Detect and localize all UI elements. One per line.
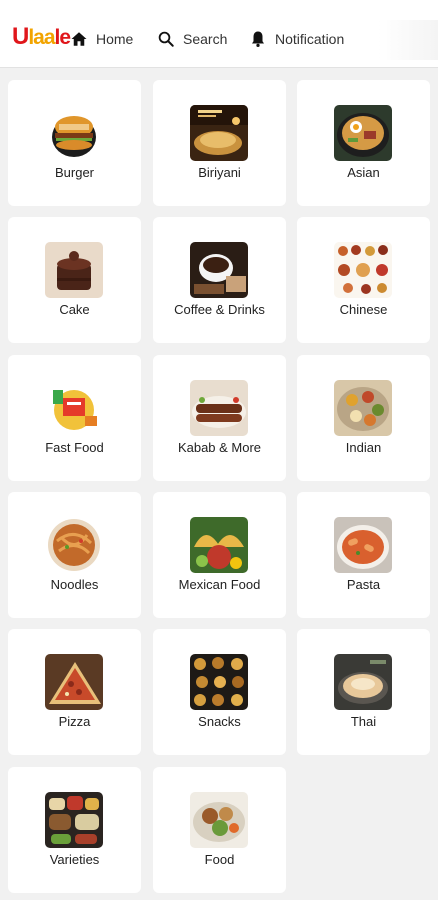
nav-home[interactable]: Home xyxy=(70,28,133,50)
chinese-image xyxy=(334,242,392,298)
home-icon xyxy=(71,32,87,46)
category-label: Mexican Food xyxy=(178,577,261,592)
app-logo[interactable]: Ulaale xyxy=(12,25,71,50)
category-card-mexican-food[interactable]: Mexican Food xyxy=(153,492,286,618)
pasta-image xyxy=(334,517,392,573)
category-label: Thai xyxy=(350,714,377,729)
noodles-image xyxy=(45,517,103,573)
category-label: Snacks xyxy=(198,714,241,729)
category-card-food[interactable]: Food xyxy=(153,767,286,893)
burger-image xyxy=(45,105,103,161)
category-card-biriyani[interactable]: Biriyani xyxy=(153,80,286,206)
category-card-cake[interactable]: Cake xyxy=(8,217,141,343)
category-label: Noodles xyxy=(50,577,99,592)
category-card-varieties[interactable]: Varieties xyxy=(8,767,141,893)
nav-scroll-fade xyxy=(378,20,438,60)
kabab-more-image xyxy=(190,380,248,436)
thai-image xyxy=(334,654,392,710)
category-card-burger[interactable]: Burger xyxy=(8,80,141,206)
mexican-food-image xyxy=(190,517,248,573)
category-card-thai[interactable]: Thai xyxy=(297,629,430,755)
asian-image xyxy=(334,105,392,161)
category-label: Coffee & Drinks xyxy=(174,302,265,317)
coffee-drinks-image xyxy=(190,242,248,298)
category-card-pasta[interactable]: Pasta xyxy=(297,492,430,618)
fast-food-image xyxy=(45,380,103,436)
category-label: Fast Food xyxy=(45,440,104,455)
category-label: Food xyxy=(204,852,235,867)
bell-icon xyxy=(252,31,264,48)
category-label: Pasta xyxy=(346,577,381,592)
food-image xyxy=(190,792,248,848)
nav-notification-label: Notification xyxy=(275,31,345,47)
category-card-coffee-drinks[interactable]: Coffee & Drinks xyxy=(153,217,286,343)
category-card-kabab-more[interactable]: Kabab & More xyxy=(153,355,286,481)
nav-search-label: Search xyxy=(183,31,228,47)
biriyani-image xyxy=(190,105,248,161)
category-label: Cake xyxy=(59,302,90,317)
category-label: Burger xyxy=(54,165,95,180)
search-icon xyxy=(158,31,174,47)
nav-notification[interactable]: Notification xyxy=(249,28,344,50)
category-label: Varieties xyxy=(49,852,100,867)
snacks-image xyxy=(190,654,248,710)
varieties-image xyxy=(45,792,103,848)
category-card-snacks[interactable]: Snacks xyxy=(153,629,286,755)
category-card-fast-food[interactable]: Fast Food xyxy=(8,355,141,481)
nav-home-label: Home xyxy=(96,31,134,47)
top-navigation-bar: Ulaale Home Search Notification xyxy=(0,0,438,68)
category-card-asian[interactable]: Asian xyxy=(297,80,430,206)
indian-image xyxy=(334,380,392,436)
cake-image xyxy=(45,242,103,298)
category-label: Biriyani xyxy=(198,165,241,180)
category-label: Pizza xyxy=(58,714,91,729)
category-card-chinese[interactable]: Chinese xyxy=(297,217,430,343)
category-card-indian[interactable]: Indian xyxy=(297,355,430,481)
pizza-image xyxy=(45,654,103,710)
category-label: Indian xyxy=(345,440,382,455)
nav-search[interactable]: Search xyxy=(157,28,227,50)
category-card-noodles[interactable]: Noodles xyxy=(8,492,141,618)
category-label: Kabab & More xyxy=(177,440,262,455)
category-label: Asian xyxy=(347,165,380,180)
category-card-pizza[interactable]: Pizza xyxy=(8,629,141,755)
category-label: Chinese xyxy=(339,302,388,317)
